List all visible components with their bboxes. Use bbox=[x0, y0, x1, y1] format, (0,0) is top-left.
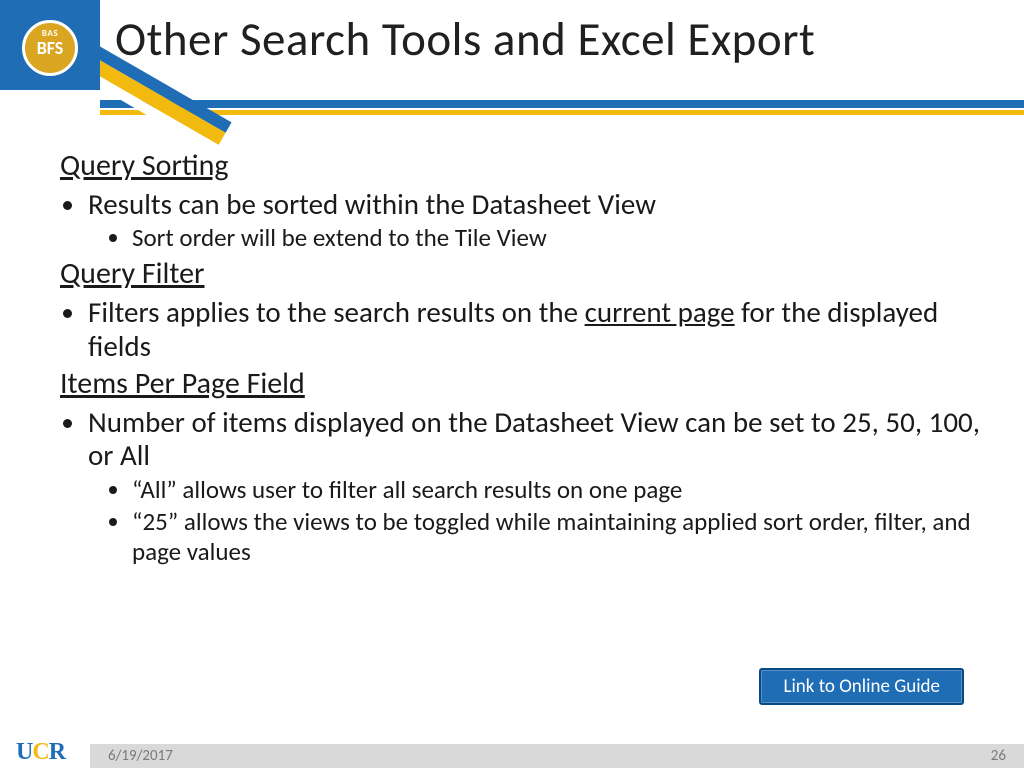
footer-bar: 6/19/2017 26 bbox=[90, 744, 1024, 768]
online-guide-button[interactable]: Link to Online Guide bbox=[759, 668, 964, 705]
slide-footer: UCR 6/19/2017 26 bbox=[0, 740, 1024, 768]
sub-bullet-list: Sort order will be extend to the Tile Vi… bbox=[132, 223, 984, 253]
logo-letter-c: C bbox=[32, 739, 48, 765]
slide-body: Query Sorting Results can be sorted with… bbox=[60, 145, 984, 567]
ucr-logo: UCR bbox=[16, 739, 65, 766]
slide-title: Other Search Tools and Excel Export bbox=[115, 10, 815, 68]
section-heading-query-sorting: Query Sorting bbox=[60, 147, 984, 184]
sub-bullet-list: “All” allows user to filter all search r… bbox=[132, 475, 984, 567]
list-item: Filters applies to the search results on… bbox=[88, 296, 984, 363]
bullet-text-pre: Filters applies to the search results on… bbox=[88, 294, 585, 330]
badge-big-text: BFS bbox=[25, 37, 75, 59]
list-item: “25” allows the views to be toggled whil… bbox=[132, 507, 984, 567]
section-heading-items-per-page: Items Per Page Field bbox=[60, 365, 984, 402]
bullet-text: Results can be sorted within the Datashe… bbox=[88, 186, 656, 222]
list-item: Sort order will be extend to the Tile Vi… bbox=[132, 223, 984, 253]
logo-letter-u: U bbox=[16, 739, 32, 765]
list-item: Results can be sorted within the Datashe… bbox=[88, 188, 984, 221]
list-item: “All” allows user to filter all search r… bbox=[132, 475, 984, 505]
bfs-badge: BAS BFS bbox=[22, 20, 78, 76]
slide-header: BAS BFS Other Search Tools and Excel Exp… bbox=[0, 0, 1024, 110]
section-heading-query-filter: Query Filter bbox=[60, 255, 984, 292]
footer-date: 6/19/2017 bbox=[108, 747, 173, 765]
list-item: Number of items displayed on the Datashe… bbox=[88, 406, 984, 473]
bullet-list: Filters applies to the search results on… bbox=[88, 296, 984, 363]
bullet-list: Number of items displayed on the Datashe… bbox=[88, 406, 984, 473]
logo-letter-r: R bbox=[49, 739, 65, 765]
title-underline bbox=[100, 100, 1024, 118]
bullet-text-underlined: current page bbox=[585, 294, 735, 330]
bullet-list: Results can be sorted within the Datashe… bbox=[88, 188, 984, 221]
footer-page-number: 26 bbox=[991, 747, 1006, 765]
